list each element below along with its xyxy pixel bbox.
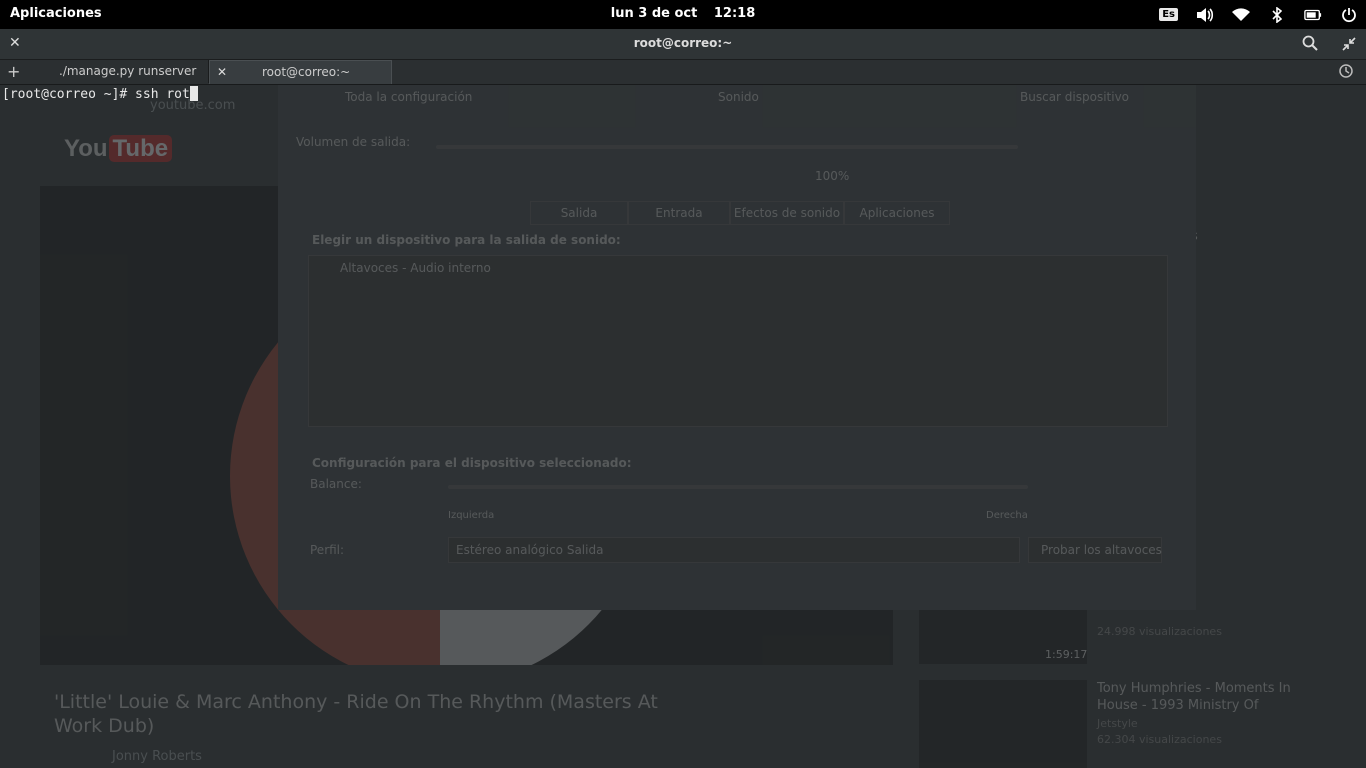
unfullscreen-icon[interactable]: [1342, 36, 1356, 55]
tab-label: root@correo:~: [262, 65, 351, 79]
choose-device-label: Elegir un dispositivo para la salida de …: [312, 233, 621, 247]
video-title: 'Little' Louie & Marc Anthony - Ride On …: [54, 691, 658, 737]
output-volume-slider: [436, 145, 1018, 149]
tab-root-correo[interactable]: ✕ root@correo:~: [209, 60, 392, 84]
side-item-views: 62.304 visualizaciones: [1097, 733, 1222, 746]
device-item: Altavoces - Audio interno: [340, 261, 491, 275]
tab-output: Salida: [530, 201, 628, 225]
tab-input: Entrada: [628, 201, 730, 225]
side-item-title: Tony Humphries - Moments In House - 1993…: [1097, 681, 1291, 713]
terminal-tab-bar: + ./manage.py runserver ✕ root@correo:~: [0, 60, 1366, 85]
top-bar: Aplicaciones lun 3 de oct 12:18 Es: [0, 0, 1366, 29]
device-list: [308, 255, 1168, 427]
side-item-duration: 1:59:17: [1045, 648, 1088, 661]
sound-window-title: Sonido: [718, 90, 759, 104]
balance-right-label: Derecha: [986, 510, 1028, 521]
clock-time: 12:18: [713, 6, 756, 21]
bluetooth-icon[interactable]: [1268, 6, 1286, 24]
tab-applications: Aplicaciones: [844, 201, 950, 225]
prompt-text: [root@correo ~]# ssh rot: [2, 87, 190, 102]
youtube-logo: You Tube: [64, 135, 173, 163]
close-tab-icon[interactable]: ✕: [217, 61, 227, 84]
sound-settings-window: Toda la configuración Sonido Buscar disp…: [278, 85, 1196, 610]
profile-value: Estéreo analógico Salida: [456, 543, 604, 557]
window-title: root@correo:~: [633, 36, 733, 50]
balance-label: Balance:: [310, 477, 362, 491]
tab-manage-runserver[interactable]: ./manage.py runserver: [30, 60, 209, 83]
tab-sound-effects: Efectos de sonido: [730, 201, 844, 225]
power-icon[interactable]: [1340, 6, 1358, 24]
terminal-output-area[interactable]: youtube.com You Tube 'Little' Louie & Mar…: [0, 85, 1366, 768]
balance-left-label: Izquierda: [448, 510, 495, 521]
balance-slider: [448, 485, 1028, 489]
keyboard-layout-indicator[interactable]: Es: [1159, 8, 1178, 21]
side-item-views: 24.998 visualizaciones: [1097, 625, 1222, 638]
side-item-channel: Jetstyle: [1097, 717, 1138, 730]
search-icon[interactable]: [1302, 35, 1318, 55]
tab-label: ./manage.py runserver: [59, 64, 197, 78]
test-speakers-label: Probar los altavoces: [1041, 543, 1162, 557]
text-cursor: [189, 86, 198, 101]
terminal-header-bar: ✕ root@correo:~: [0, 29, 1366, 60]
all-settings-button: Toda la configuración: [345, 90, 473, 104]
profile-label: Perfil:: [310, 543, 345, 557]
battery-icon[interactable]: [1304, 6, 1322, 24]
sound-search: Buscar dispositivo: [1020, 90, 1130, 104]
clock-date: lun 3 de oct: [610, 6, 698, 21]
system-tray: Es: [1159, 4, 1358, 25]
channel-name: Jonny Roberts: [112, 749, 202, 764]
volume-icon[interactable]: [1196, 6, 1214, 24]
device-config-label: Configuración para el dispositivo selecc…: [312, 456, 632, 470]
terminal-prompt-line: [root@correo ~]# ssh rot: [2, 86, 198, 102]
output-volume-label: Volumen de salida:: [296, 135, 411, 149]
background-windows: youtube.com You Tube 'Little' Louie & Mar…: [0, 85, 1366, 768]
history-icon[interactable]: [1338, 63, 1354, 83]
volume-percent: 100%: [815, 169, 850, 183]
side-item-thumbnail: [919, 680, 1087, 768]
new-tab-button[interactable]: +: [7, 60, 23, 83]
wifi-icon[interactable]: [1232, 6, 1250, 24]
